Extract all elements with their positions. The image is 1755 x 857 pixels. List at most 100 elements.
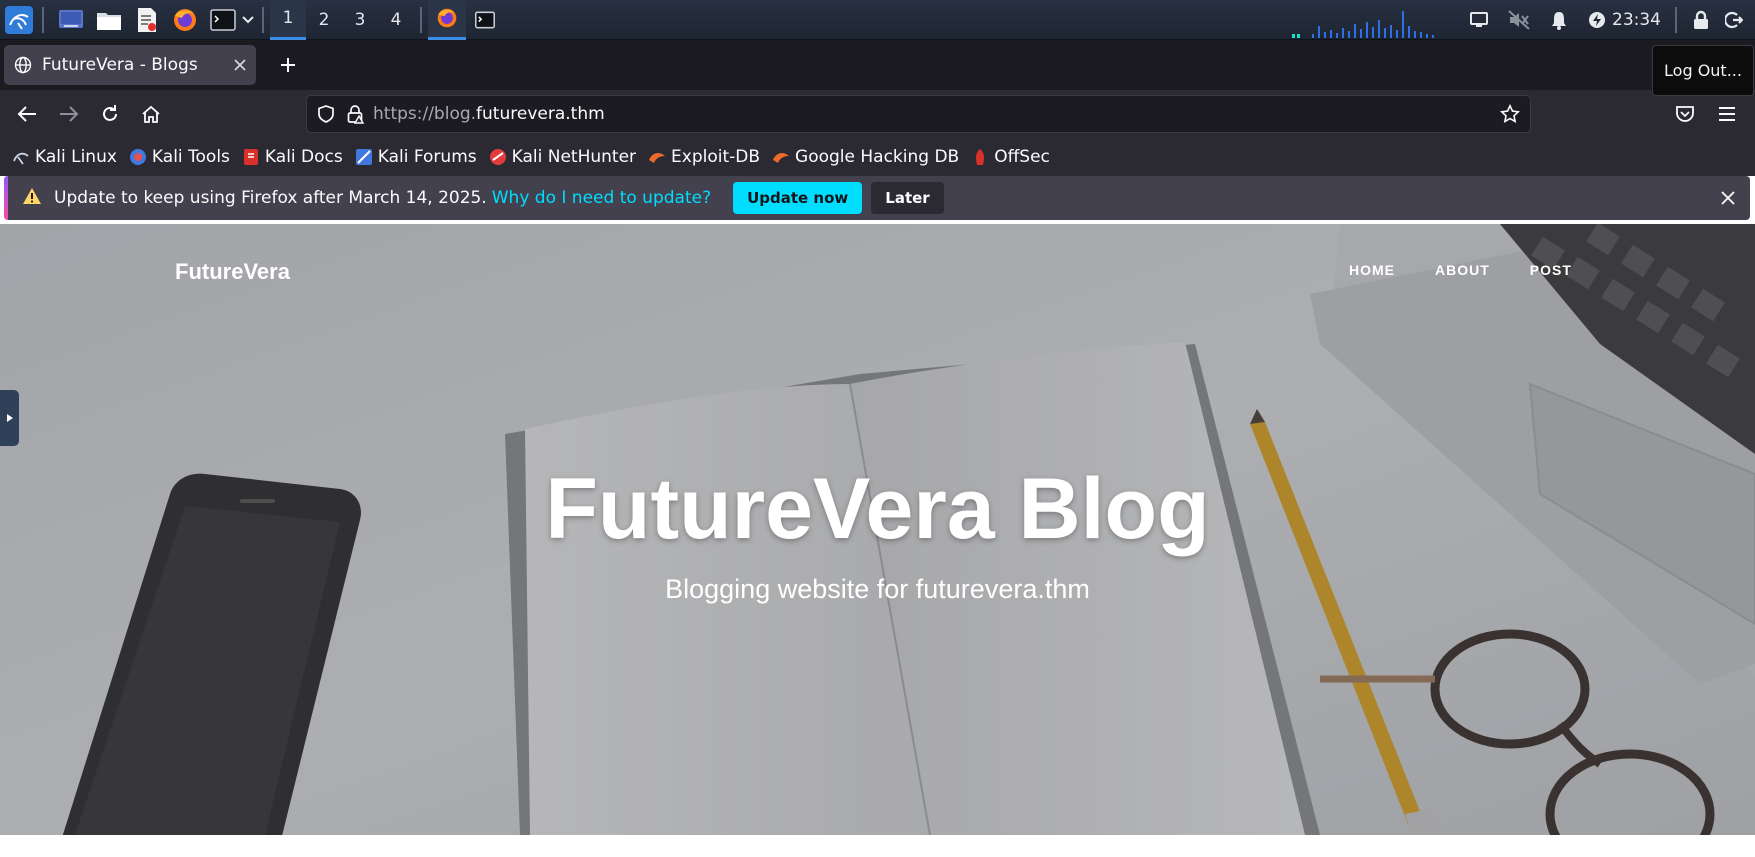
firefox-icon[interactable] (168, 3, 202, 37)
close-notification-icon[interactable] (1712, 182, 1744, 214)
hero-subtitle: Blogging website for futurevera.thm (665, 574, 1090, 604)
nav-about-link[interactable]: ABOUT (1435, 262, 1490, 278)
volume-muted-icon[interactable] (1498, 0, 1540, 40)
side-panel-handle[interactable] (0, 390, 19, 446)
taskbar-terminal-window[interactable] (466, 0, 504, 40)
browser-tab-bar: FutureVera - Blogs (0, 40, 1755, 90)
taskbar-separator (262, 6, 264, 33)
network-activity-graph (1292, 11, 1434, 38)
bookmark-kali-nethunter[interactable]: Kali NetHunter (489, 147, 636, 167)
shield-icon[interactable] (316, 104, 336, 124)
tab-title: FutureVera - Blogs (42, 55, 198, 75)
bookmark-kali-docs[interactable]: Kali Docs (242, 147, 343, 167)
home-button[interactable] (133, 96, 169, 132)
show-desktop-icon[interactable] (54, 3, 88, 37)
taskbar-separator (42, 6, 44, 33)
expand-arrow-icon (6, 414, 13, 422)
bookmark-offsec[interactable]: OffSec (971, 147, 1050, 167)
kali-menu-icon[interactable] (2, 3, 36, 37)
update-notification-bar: Update to keep using Firefox after March… (4, 176, 1750, 220)
lock-screen-icon[interactable] (1683, 0, 1719, 40)
tray-separator (1675, 7, 1677, 33)
bookmark-kali-linux[interactable]: Kali Linux (12, 147, 117, 167)
lock-warning-icon[interactable] (345, 104, 365, 124)
reload-button[interactable] (92, 96, 128, 132)
url-scheme: https://blog. (373, 104, 477, 124)
logout-icon[interactable] (1719, 0, 1755, 40)
home-icon (142, 105, 160, 123)
hero-title: FutureVera Blog (545, 461, 1210, 557)
bookmark-kali-forums[interactable]: Kali Forums (355, 147, 477, 167)
bookmark-label: Kali Linux (35, 147, 117, 167)
logout-tooltip: Log Out... (1652, 45, 1754, 96)
bookmark-label: Kali Docs (264, 147, 343, 167)
terminal-icon (475, 11, 495, 28)
workspace-4[interactable]: 4 (378, 0, 414, 40)
browser-navigation-bar: https://blog.futurevera.thm (0, 90, 1755, 138)
power-status-icon[interactable] (1578, 0, 1612, 40)
reload-icon (103, 105, 117, 121)
clock[interactable]: 23:34 (1612, 10, 1669, 30)
bookmark-label: OffSec (994, 147, 1050, 167)
taskbar-firefox-window[interactable] (428, 0, 466, 40)
globe-icon (14, 56, 32, 74)
kali-docs-icon (242, 148, 260, 166)
kali-dragon-icon (12, 148, 30, 166)
tab-close-icon[interactable] (234, 55, 246, 76)
exploit-db-icon (648, 148, 666, 166)
kali-nethunter-icon (489, 148, 507, 166)
kali-tools-icon (129, 148, 147, 166)
workspace-3[interactable]: 3 (342, 0, 378, 40)
bookmark-label: Google Hacking DB (795, 147, 960, 167)
bookmark-label: Kali NetHunter (511, 147, 637, 167)
forward-button[interactable] (51, 96, 87, 132)
bookmark-label: Kali Forums (377, 147, 477, 167)
later-button[interactable]: Later (871, 182, 944, 214)
file-manager-icon[interactable] (92, 3, 126, 37)
arrow-right-icon (60, 106, 79, 122)
notification-bell-icon[interactable] (1540, 0, 1578, 40)
nav-post-link[interactable]: POST (1530, 262, 1572, 278)
nav-home-link[interactable]: HOME (1349, 262, 1395, 278)
bookmarks-toolbar: Kali Linux Kali Tools Kali Docs Kali For… (0, 138, 1755, 176)
url-bar[interactable]: https://blog.futurevera.thm (306, 95, 1531, 133)
new-tab-button[interactable] (270, 45, 306, 85)
bookmark-google-hacking-db[interactable]: Google Hacking DB (772, 147, 959, 167)
site-brand[interactable]: FutureVera (175, 259, 290, 285)
google-hacking-db-icon (772, 148, 790, 166)
bookmark-label: Exploit-DB (671, 147, 761, 167)
workspace-1[interactable]: 1 (270, 0, 306, 40)
browser-tab[interactable]: FutureVera - Blogs (4, 45, 256, 85)
kali-forums-icon (355, 148, 373, 166)
hero-section: FutureVera HOME ABOUT POST FutureVera Bl… (0, 224, 1755, 835)
text-editor-icon[interactable] (130, 3, 164, 37)
back-button[interactable] (9, 96, 45, 132)
warning-icon (22, 187, 42, 210)
bookmark-exploit-db[interactable]: Exploit-DB (648, 147, 760, 167)
terminal-icon[interactable] (206, 3, 240, 37)
taskbar: 1 2 3 4 23:34 (0, 0, 1755, 40)
offsec-icon (971, 148, 989, 166)
web-page: FutureVera HOME ABOUT POST FutureVera Bl… (0, 224, 1755, 857)
hamburger-menu-icon (1719, 107, 1735, 121)
pocket-button[interactable] (1667, 96, 1703, 132)
pocket-icon (1676, 106, 1694, 122)
chevron-down-icon[interactable] (240, 15, 256, 24)
taskbar-separator (420, 6, 422, 33)
firefox-icon (437, 8, 457, 28)
update-message: Update to keep using Firefox after March… (54, 188, 487, 208)
bookmark-label: Kali Tools (151, 147, 230, 167)
menu-button[interactable] (1709, 96, 1745, 132)
update-now-button[interactable]: Update now (733, 182, 863, 214)
url-text[interactable]: https://blog.futurevera.thm (373, 104, 605, 124)
why-update-link[interactable]: Why do I need to update? (492, 188, 711, 208)
workspace-2[interactable]: 2 (306, 0, 342, 40)
bookmark-kali-tools[interactable]: Kali Tools (129, 147, 230, 167)
display-icon[interactable] (1460, 0, 1498, 40)
arrow-left-icon (17, 106, 36, 122)
plus-icon (281, 58, 295, 72)
system-tray: 23:34 (1460, 0, 1755, 40)
site-navigation: HOME ABOUT POST (1349, 262, 1612, 278)
bookmark-star-icon[interactable] (1500, 104, 1520, 124)
url-host: futurevera.thm (476, 104, 605, 124)
